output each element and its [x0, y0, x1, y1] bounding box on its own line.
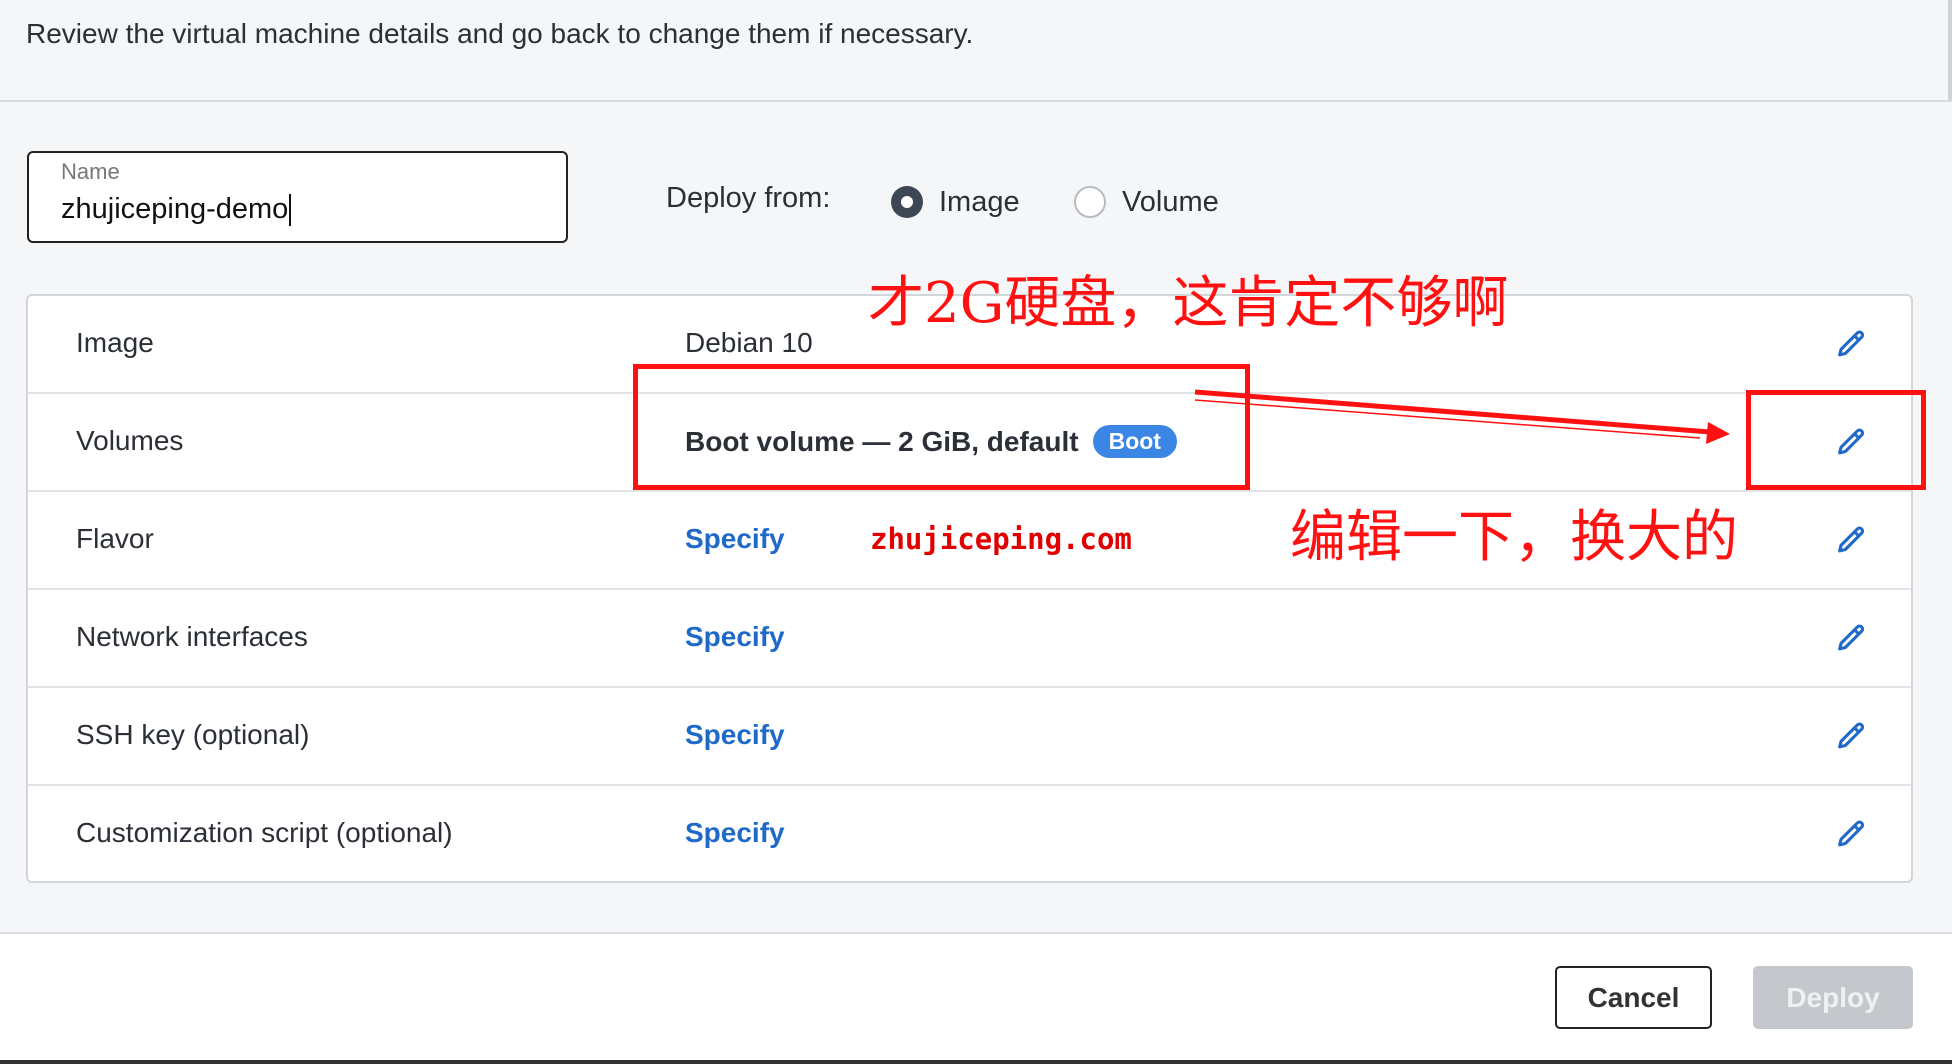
review-instructions: Review the virtual machine details and g…	[26, 18, 974, 49]
scrollbar[interactable]	[1948, 0, 1952, 100]
specify-link[interactable]: Specify	[685, 621, 785, 653]
annotation-box-volume	[633, 364, 1250, 490]
specify-link[interactable]: Specify	[685, 817, 785, 849]
specify-link[interactable]: Specify	[685, 719, 785, 751]
annotation-note-capacity: 才2G硬盘，这肯定不够啊	[868, 271, 1509, 336]
text-caret	[289, 194, 292, 227]
deploy-button[interactable]: Deploy	[1753, 966, 1913, 1029]
pencil-icon[interactable]	[1834, 818, 1868, 852]
watermark-text: zhujiceping.com	[870, 522, 1132, 556]
pencil-icon[interactable]	[1834, 328, 1868, 362]
radio-image[interactable]	[891, 186, 923, 218]
row-label: Network interfaces	[76, 621, 308, 652]
deploy-from-label: Deploy from:	[666, 182, 831, 214]
summary-row-network: Network interfaces Specify	[28, 590, 1911, 688]
radio-volume[interactable]	[1074, 186, 1106, 218]
row-label: Customization script (optional)	[76, 817, 453, 848]
summary-row-ssh-key: SSH key (optional) Specify	[28, 688, 1911, 786]
cancel-button[interactable]: Cancel	[1555, 966, 1712, 1029]
row-label: SSH key (optional)	[76, 719, 310, 750]
annotation-note-edit: 编辑一下，换大的	[1290, 505, 1738, 570]
row-label: Image	[76, 327, 154, 358]
name-input-value[interactable]: zhujiceping-demo	[61, 193, 292, 227]
row-value: Debian 10	[685, 327, 813, 358]
row-label: Volumes	[76, 425, 184, 456]
row-label: Flavor	[76, 523, 154, 554]
pencil-icon[interactable]	[1834, 524, 1868, 558]
pencil-icon[interactable]	[1834, 622, 1868, 656]
window-bottom-edge	[0, 1060, 1952, 1064]
specify-link[interactable]: Specify	[685, 523, 785, 555]
name-field[interactable]: Name zhujiceping-demo	[27, 151, 568, 243]
radio-volume-label[interactable]: Volume	[1122, 186, 1219, 219]
summary-row-customization-script: Customization script (optional) Specify	[28, 786, 1911, 884]
pencil-icon[interactable]	[1834, 720, 1868, 754]
annotation-box-edit	[1746, 390, 1926, 490]
radio-image-label[interactable]: Image	[939, 186, 1020, 219]
name-field-label: Name	[61, 159, 120, 184]
